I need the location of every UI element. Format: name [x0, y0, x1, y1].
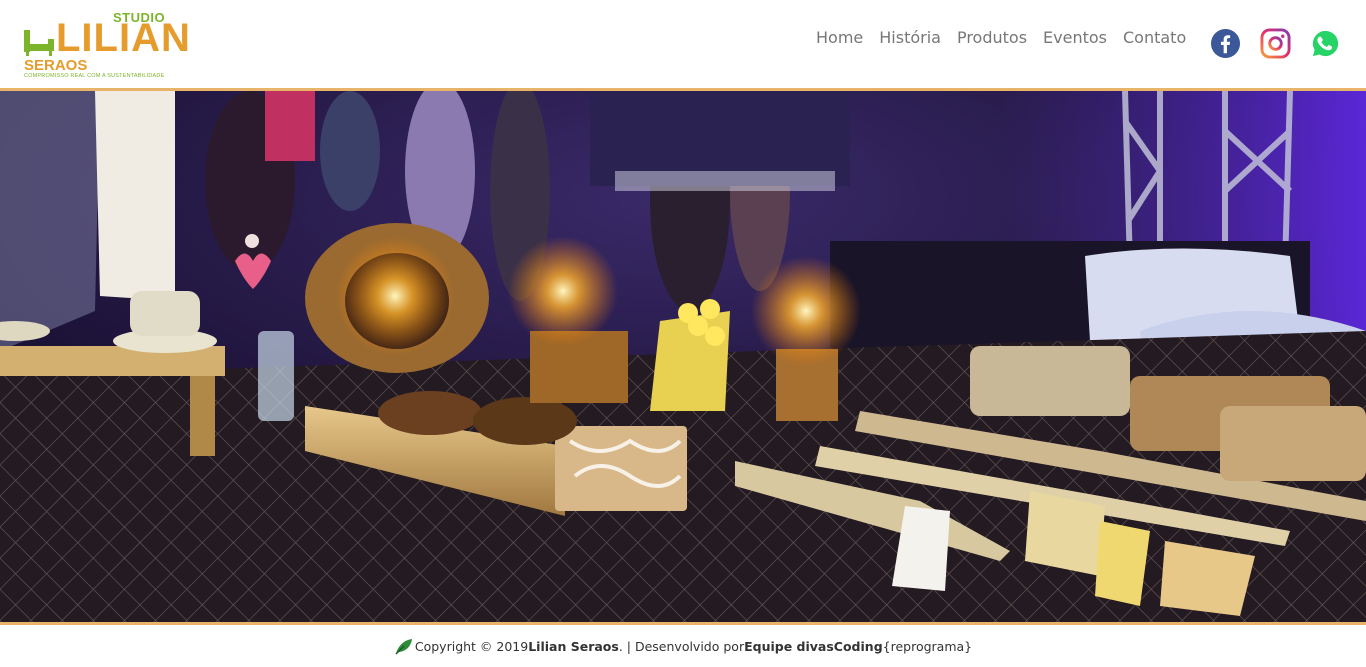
header: STUDIO LILIAN SERAOS COMPROMISSO REAL CO…	[0, 0, 1366, 88]
instagram-icon[interactable]	[1260, 28, 1291, 59]
social-links	[1210, 28, 1341, 59]
nav-historia[interactable]: História	[871, 28, 949, 48]
nav-produtos[interactable]: Produtos	[949, 28, 1035, 48]
nav-eventos[interactable]: Eventos	[1035, 28, 1115, 48]
leaf-icon	[395, 639, 412, 655]
event-photo	[0, 91, 1366, 622]
developed-by-text: . | Desenvolvido por	[618, 638, 745, 654]
logo-tagline: COMPROMISSO REAL COM A SUSTENTABILIDADE	[24, 73, 165, 79]
facebook-icon[interactable]	[1210, 28, 1241, 59]
team-name: Equipe divasCoding	[744, 638, 883, 654]
owner-name: Lilian Seraos	[528, 638, 619, 654]
logo-name: LILIAN	[56, 16, 191, 60]
chair-icon	[24, 30, 54, 56]
logo[interactable]: STUDIO LILIAN SERAOS COMPROMISSO REAL CO…	[20, 10, 190, 82]
reprograma-text: {reprograma}	[882, 638, 973, 654]
nav-home[interactable]: Home	[808, 28, 871, 48]
copyright-text: Copyright © 2019	[414, 638, 529, 654]
footer: Copyright © 2019 Lilian Seraos. | Desenv…	[0, 625, 1366, 667]
nav-contato[interactable]: Contato	[1115, 28, 1194, 48]
logo-surname: SERAOS	[24, 57, 88, 74]
main-nav: Home História Produtos Eventos Contato	[808, 28, 1194, 48]
whatsapp-icon[interactable]	[1310, 28, 1341, 59]
hero-image	[0, 91, 1366, 622]
